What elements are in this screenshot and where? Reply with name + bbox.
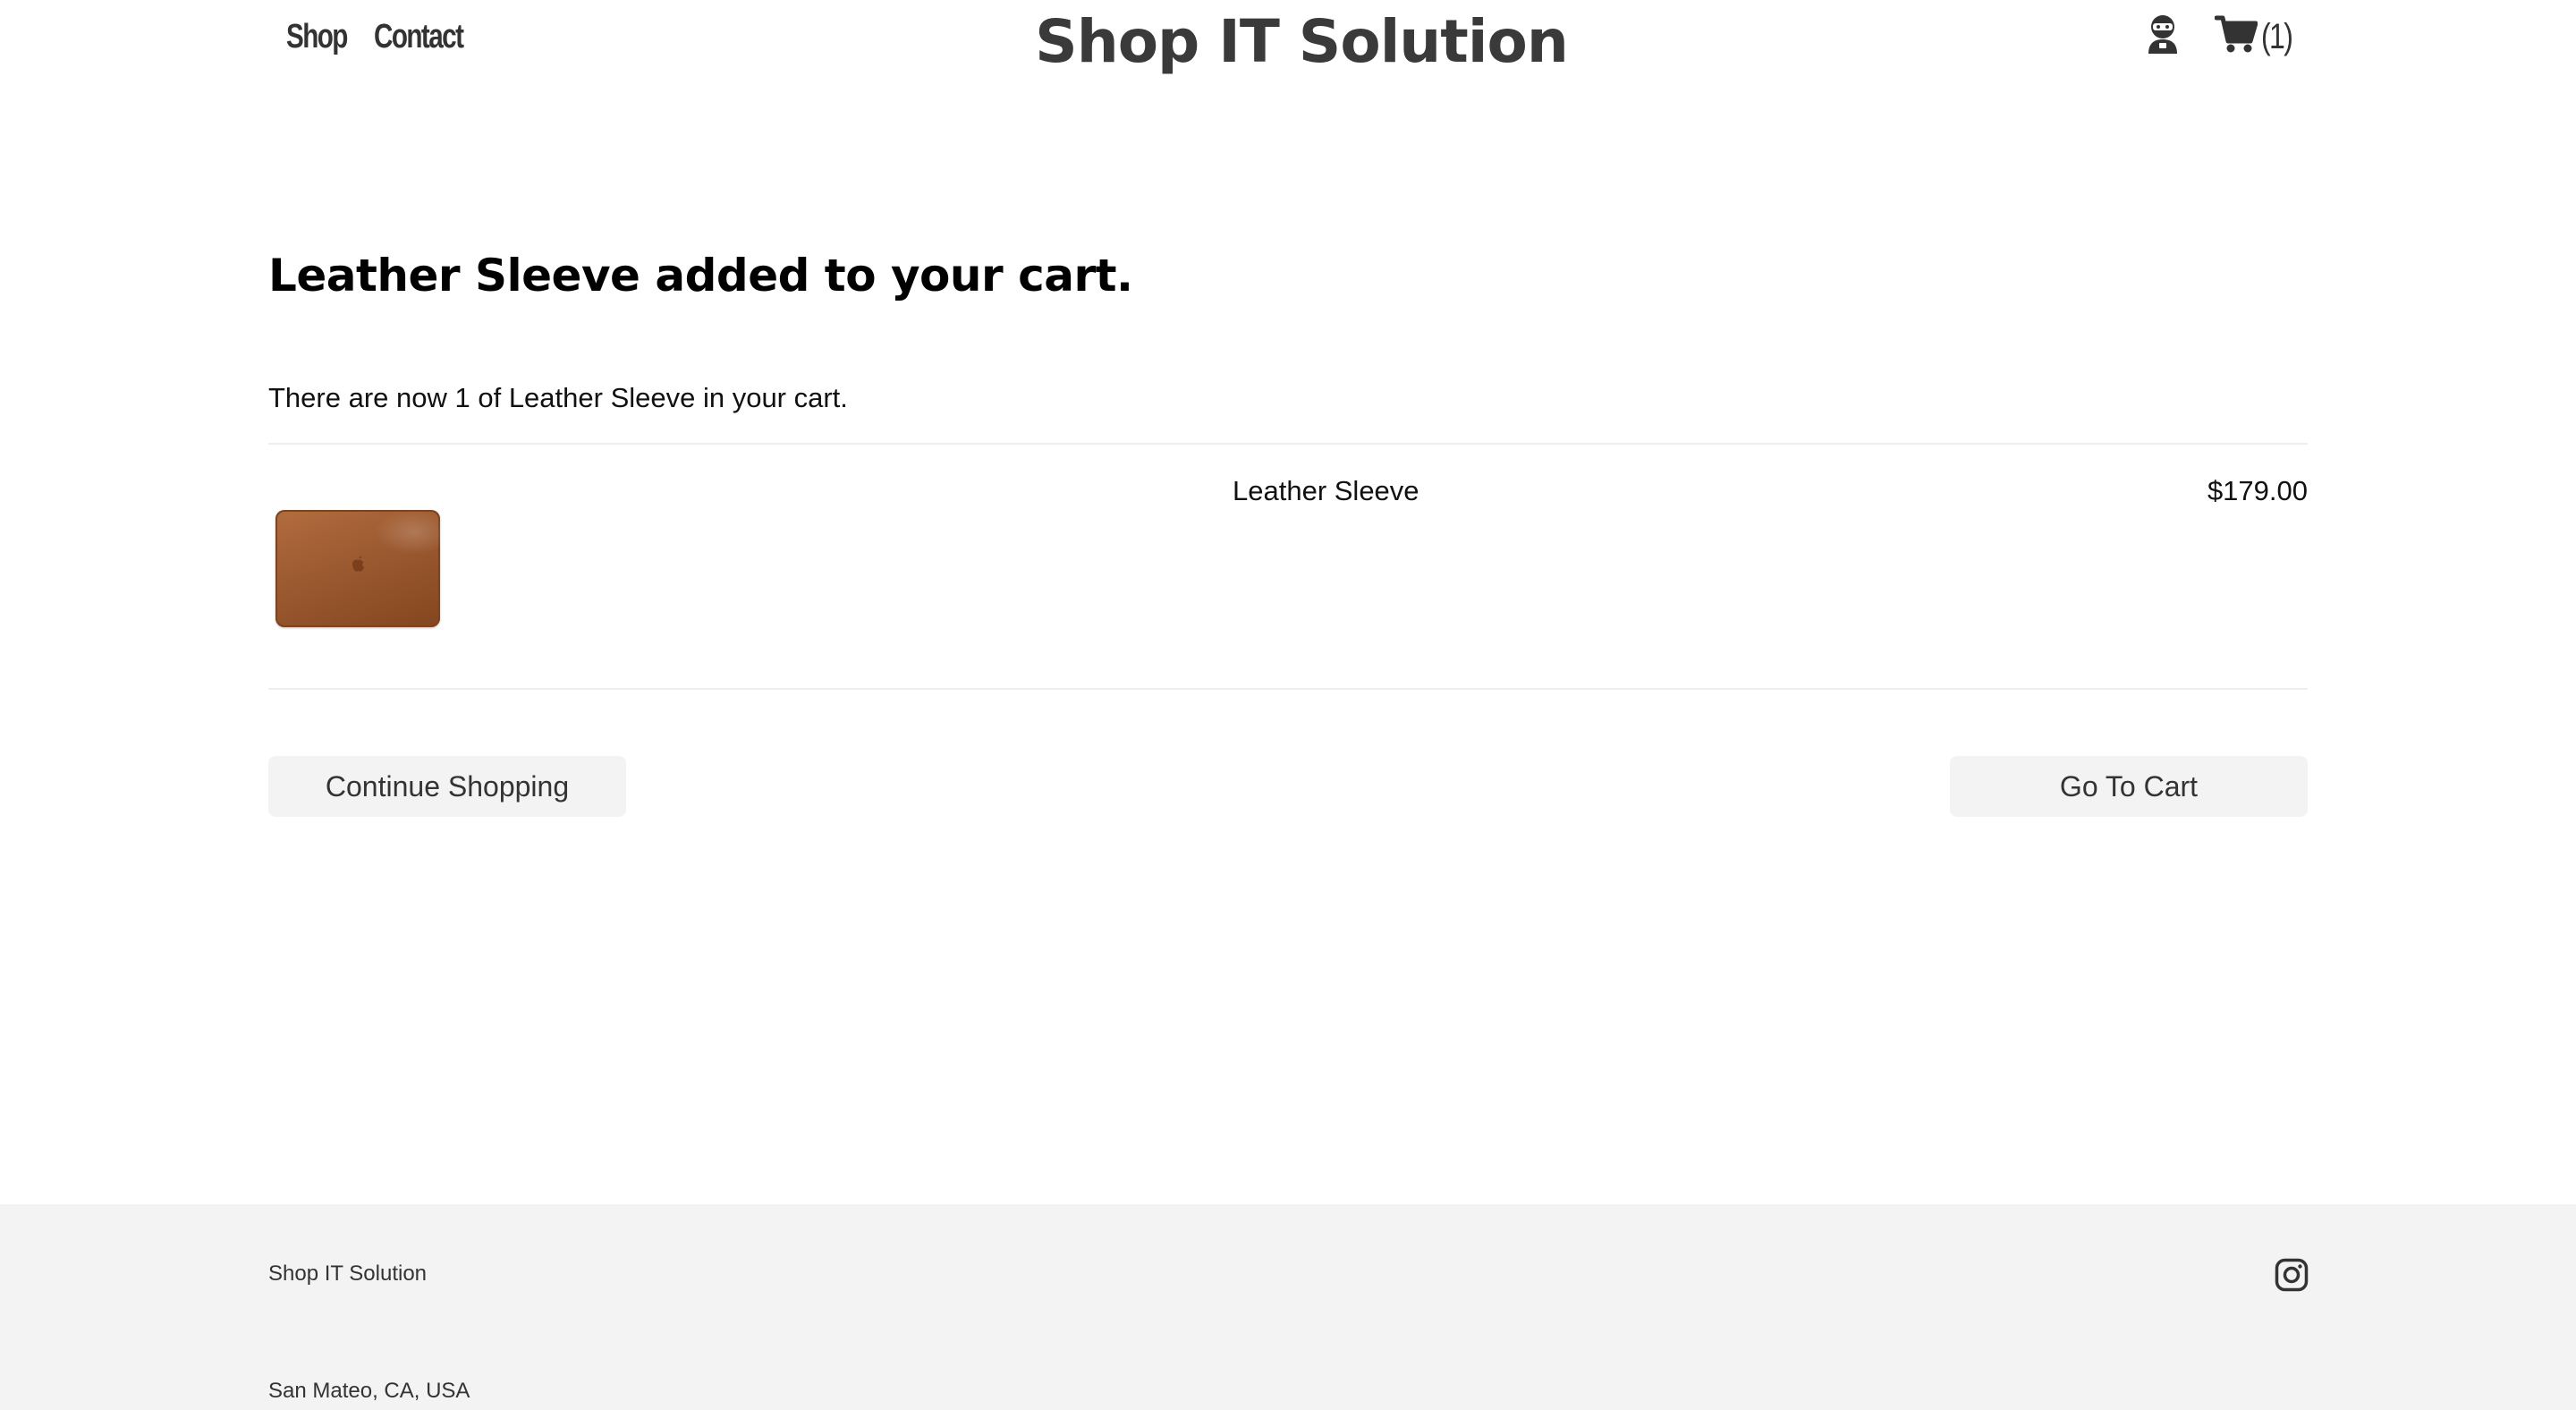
site-title[interactable]: Shop IT Solution <box>0 4 2576 81</box>
account-icon <box>2148 15 2177 54</box>
footer-brand: Shop IT Solution <box>268 1261 428 1286</box>
apple-logo-icon <box>352 556 365 572</box>
product-price: $179.00 <box>2207 475 2308 506</box>
account-button[interactable] <box>2145 13 2188 59</box>
site-header: Shop Contact Shop IT Solution (1) <box>0 0 2576 98</box>
go-to-cart-button[interactable]: Go To Cart <box>1950 756 2308 817</box>
divider <box>268 688 2308 690</box>
product-name[interactable]: Leather Sleeve <box>1233 469 1419 514</box>
cart-icon <box>2215 15 2258 53</box>
cart-status-text: There are now 1 of Leather Sleeve in you… <box>268 382 848 413</box>
cart-count: (1) <box>2261 17 2293 56</box>
page-title: Leather Sleeve added to your cart. <box>268 250 1133 302</box>
divider <box>268 443 2308 445</box>
site-footer: Shop IT Solution San Mateo, CA, USA <box>0 1204 2576 1410</box>
instagram-icon <box>2275 1258 2309 1292</box>
product-thumbnail[interactable] <box>275 510 440 627</box>
thumbnail-sheen <box>374 510 440 555</box>
cart-button[interactable]: (1) <box>2215 11 2295 63</box>
instagram-link[interactable] <box>2275 1258 2309 1292</box>
continue-shopping-button[interactable]: Continue Shopping <box>268 756 626 817</box>
footer-location: San Mateo, CA, USA <box>268 1379 470 1403</box>
